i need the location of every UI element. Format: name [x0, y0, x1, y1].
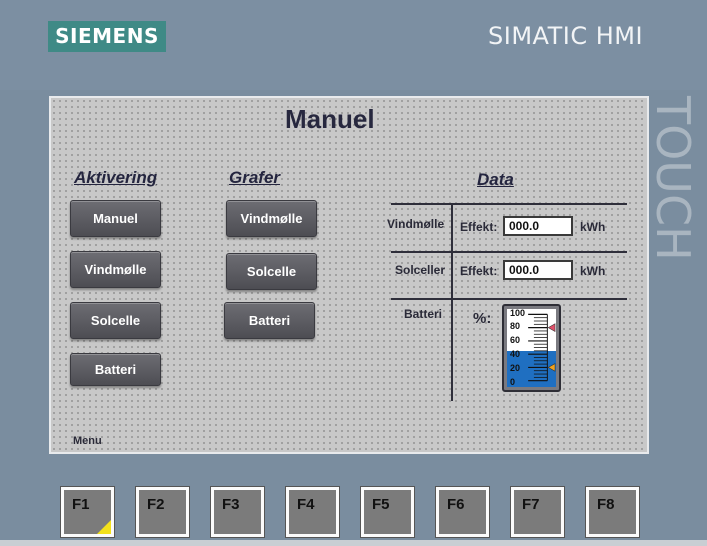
aktivering-solcelle-button[interactable]: Solcelle	[70, 302, 161, 339]
f4-key[interactable]: F4	[285, 486, 340, 538]
grafer-vindmolle-button[interactable]: Vindmølle	[226, 200, 317, 237]
f4-key-label: F4	[297, 496, 315, 513]
f7-key-label: F7	[522, 496, 540, 513]
vindmolle-unit: kWh	[580, 220, 606, 234]
siemens-logo: SIEMENS	[48, 21, 166, 52]
vindmolle-row-label: Vindmølle	[387, 217, 445, 231]
f2-key[interactable]: F2	[135, 486, 190, 538]
grafer-heading: Grafer	[229, 168, 281, 187]
aktivering-vindmolle-button[interactable]: Vindmølle	[70, 251, 161, 288]
f3-key-label: F3	[222, 496, 240, 513]
lower-limit-marker-icon	[547, 363, 556, 372]
battery-percent-label: %:	[473, 310, 492, 327]
f3-key[interactable]: F3	[210, 486, 265, 538]
data-heading: Data	[477, 170, 514, 189]
bezel-bottom	[0, 540, 707, 546]
product-name: SIMATIC HMI	[488, 22, 644, 50]
vindmolle-effekt-label: Effekt:	[460, 220, 498, 234]
aktivering-batteri-button[interactable]: Batteri	[70, 353, 161, 386]
battery-gauge-face: 100 80 60 40 20 0	[507, 309, 556, 387]
f1-key[interactable]: F1	[60, 486, 115, 538]
page-title: Manuel	[285, 104, 375, 134]
f1-key-label: F1	[72, 496, 90, 513]
solceller-effekt-label: Effekt:	[460, 264, 498, 278]
aktivering-heading: Aktivering	[74, 168, 158, 187]
solceller-unit: kWh	[580, 264, 606, 278]
grafer-batteri-button[interactable]: Batteri	[224, 302, 315, 339]
menu-label: Menu	[73, 435, 102, 447]
touch-label: TOUCH	[646, 96, 700, 261]
battery-gauge: 100 80 60 40 20 0	[502, 304, 561, 392]
f5-key[interactable]: F5	[360, 486, 415, 538]
solceller-row-label: Solceller	[395, 263, 446, 277]
gauge-tick-label: 60	[510, 335, 521, 346]
gauge-tick-label: 20	[510, 362, 521, 373]
f8-key[interactable]: F8	[585, 486, 640, 538]
vindmolle-effekt-field[interactable]: 000.0	[503, 216, 573, 236]
data-table-divider	[391, 251, 627, 253]
batteri-row-label: Batteri	[404, 307, 443, 321]
solceller-effekt-field[interactable]: 000.0	[503, 260, 573, 280]
f8-key-label: F8	[597, 496, 615, 513]
gauge-tick-label: 80	[510, 321, 521, 332]
aktivering-manuel-button[interactable]: Manuel	[70, 200, 161, 237]
f2-key-label: F2	[147, 496, 165, 513]
f6-key-label: F6	[447, 496, 465, 513]
data-table-divider	[391, 298, 627, 300]
grafer-solcelle-button[interactable]: Solcelle	[226, 253, 317, 290]
f1-indicator-icon	[97, 520, 111, 534]
gauge-tick-label: 40	[510, 348, 521, 359]
f5-key-label: F5	[372, 496, 390, 513]
f7-key[interactable]: F7	[510, 486, 565, 538]
gauge-tick-label: 0	[510, 376, 516, 387]
data-table-column-divider	[451, 203, 453, 401]
upper-limit-marker-icon	[547, 323, 556, 332]
data-table-divider	[391, 203, 627, 205]
f6-key[interactable]: F6	[435, 486, 490, 538]
gauge-tick-label: 100	[510, 309, 526, 318]
